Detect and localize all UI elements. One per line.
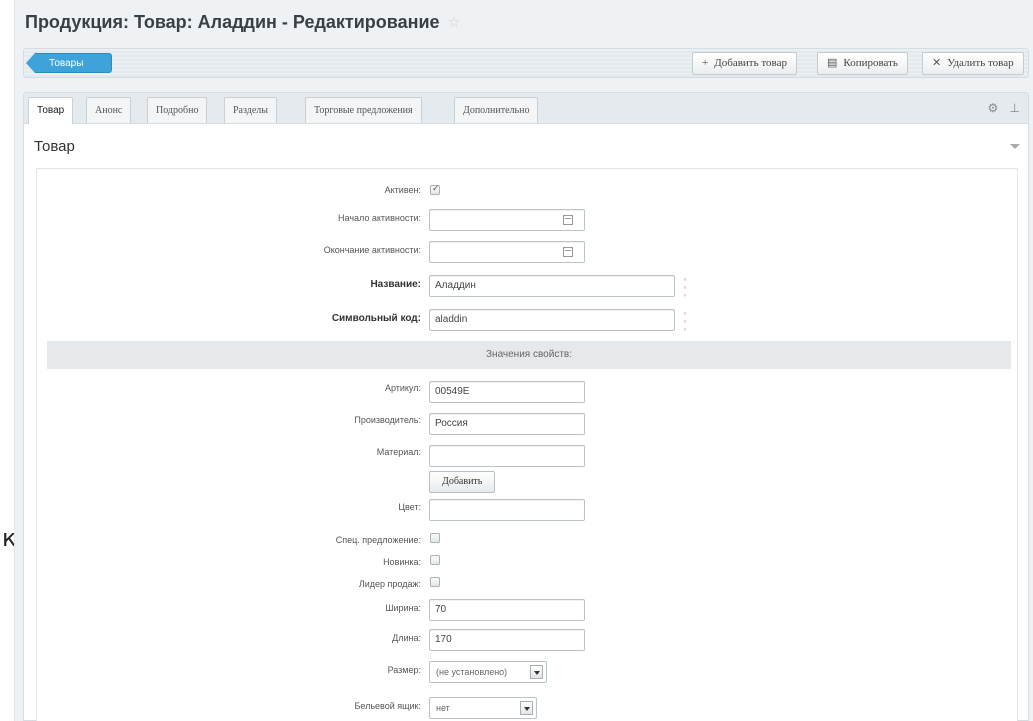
maker-field[interactable]: Россия	[429, 413, 585, 435]
context-toolbar: Товары + Добавить товар ▤ Копировать ✕ Удал…	[23, 48, 1029, 78]
tabs-bar: Товар Анонс Подробно Разделы Торговые пр…	[23, 92, 1029, 125]
add-product-button[interactable]: + Добавить товар	[692, 52, 797, 75]
code-label: Символьный код:	[331, 313, 421, 324]
bestseller-label: Лидер продаж:	[358, 579, 421, 589]
delete-product-button[interactable]: ✕ Удалить товар	[922, 52, 1024, 75]
favorite-star-icon[interactable]: ☆	[448, 14, 461, 31]
copy-label: Копировать	[843, 57, 898, 69]
add-material-button[interactable]: Добавить	[429, 471, 496, 493]
admin-window: Продукция: Товар: Аладдин - Редактирован…	[14, 0, 1033, 721]
end-date-label: Окончание активности:	[323, 245, 421, 255]
properties-header: Значения свойств:	[47, 341, 1011, 369]
transliterate-link-icon[interactable]: ◦ ◦ ◦	[681, 275, 689, 300]
pin-icon[interactable]: ⊥	[1010, 101, 1020, 115]
copy-button[interactable]: ▤ Копировать	[817, 52, 908, 75]
new-checkbox[interactable]	[430, 555, 440, 565]
chevron-down-icon	[530, 665, 543, 679]
tab-announce[interactable]: Анонс	[86, 97, 132, 123]
material-label: Материал:	[376, 447, 421, 457]
start-date-label: Начало активности:	[338, 213, 421, 223]
page-header: Продукция: Товар: Аладдин - Редактирован…	[25, 8, 460, 36]
linen-box-label: Бельевой ящик:	[354, 701, 421, 711]
close-icon: ✕	[932, 57, 942, 69]
plus-icon: +	[702, 57, 709, 69]
tab-trade-offers[interactable]: Торговые предложения	[305, 97, 422, 123]
article-field[interactable]: 00549Е	[429, 381, 585, 403]
article-label: Артикул:	[384, 383, 421, 393]
tab-additional[interactable]: Дополнительно	[454, 97, 539, 123]
name-field[interactable]: Аладдин	[429, 275, 675, 297]
tab-sections[interactable]: Разделы	[224, 97, 278, 123]
maker-label: Производитель:	[354, 415, 421, 425]
color-label: Цвет:	[398, 502, 421, 512]
page-title: Продукция: Товар: Аладдин - Редактирован…	[25, 11, 440, 32]
tab-product[interactable]: Товар	[28, 97, 74, 125]
copy-icon: ▤	[827, 57, 838, 69]
active-checkbox[interactable]	[430, 183, 440, 195]
material-field[interactable]	[429, 445, 585, 467]
length-label: Длина:	[392, 633, 421, 643]
size-select-value: (не установлено)	[436, 667, 508, 677]
back-to-products-button[interactable]: Товары	[26, 53, 112, 73]
size-select[interactable]: (не установлено)	[429, 661, 547, 683]
gear-icon[interactable]: ⚙	[987, 101, 998, 115]
new-label: Новинка:	[383, 557, 421, 567]
transliterate-link-icon[interactable]: ◦ ◦ ◦	[681, 309, 689, 334]
color-field[interactable]	[429, 499, 585, 521]
chevron-down-icon	[520, 701, 533, 715]
collapse-arrow-icon[interactable]	[1010, 144, 1020, 149]
calendar-icon[interactable]	[563, 247, 573, 257]
width-label: Ширина:	[385, 603, 421, 613]
name-label: Название:	[370, 279, 421, 290]
calendar-icon[interactable]	[563, 215, 573, 225]
length-field[interactable]: 170	[429, 629, 585, 651]
delete-product-label: Удалить товар	[947, 57, 1014, 69]
linen-box-select-value: нет	[436, 703, 450, 713]
bestseller-checkbox[interactable]	[430, 577, 440, 587]
special-offer-checkbox[interactable]	[430, 533, 440, 543]
section-title: Товар	[34, 138, 75, 155]
linen-box-select[interactable]: нет	[429, 697, 537, 719]
tab-details[interactable]: Подробно	[147, 97, 208, 123]
width-field[interactable]: 70	[429, 599, 585, 621]
left-margin: к	[0, 0, 17, 721]
start-date-field[interactable]	[429, 209, 585, 231]
size-label: Размер:	[387, 665, 421, 675]
form-area: Активен: Начало активности: Окончание ак…	[36, 168, 1018, 721]
active-label: Активен:	[384, 185, 421, 195]
special-offer-label: Спец. предложение:	[335, 535, 421, 545]
code-field[interactable]: aladdin	[429, 309, 675, 331]
end-date-field[interactable]	[429, 241, 585, 263]
tab-settings-controls: ⚙ ⊥	[987, 101, 1020, 115]
edit-panel: Товар Активен: Начало активности: Оконча…	[23, 124, 1029, 721]
add-product-label: Добавить товар	[714, 57, 787, 69]
